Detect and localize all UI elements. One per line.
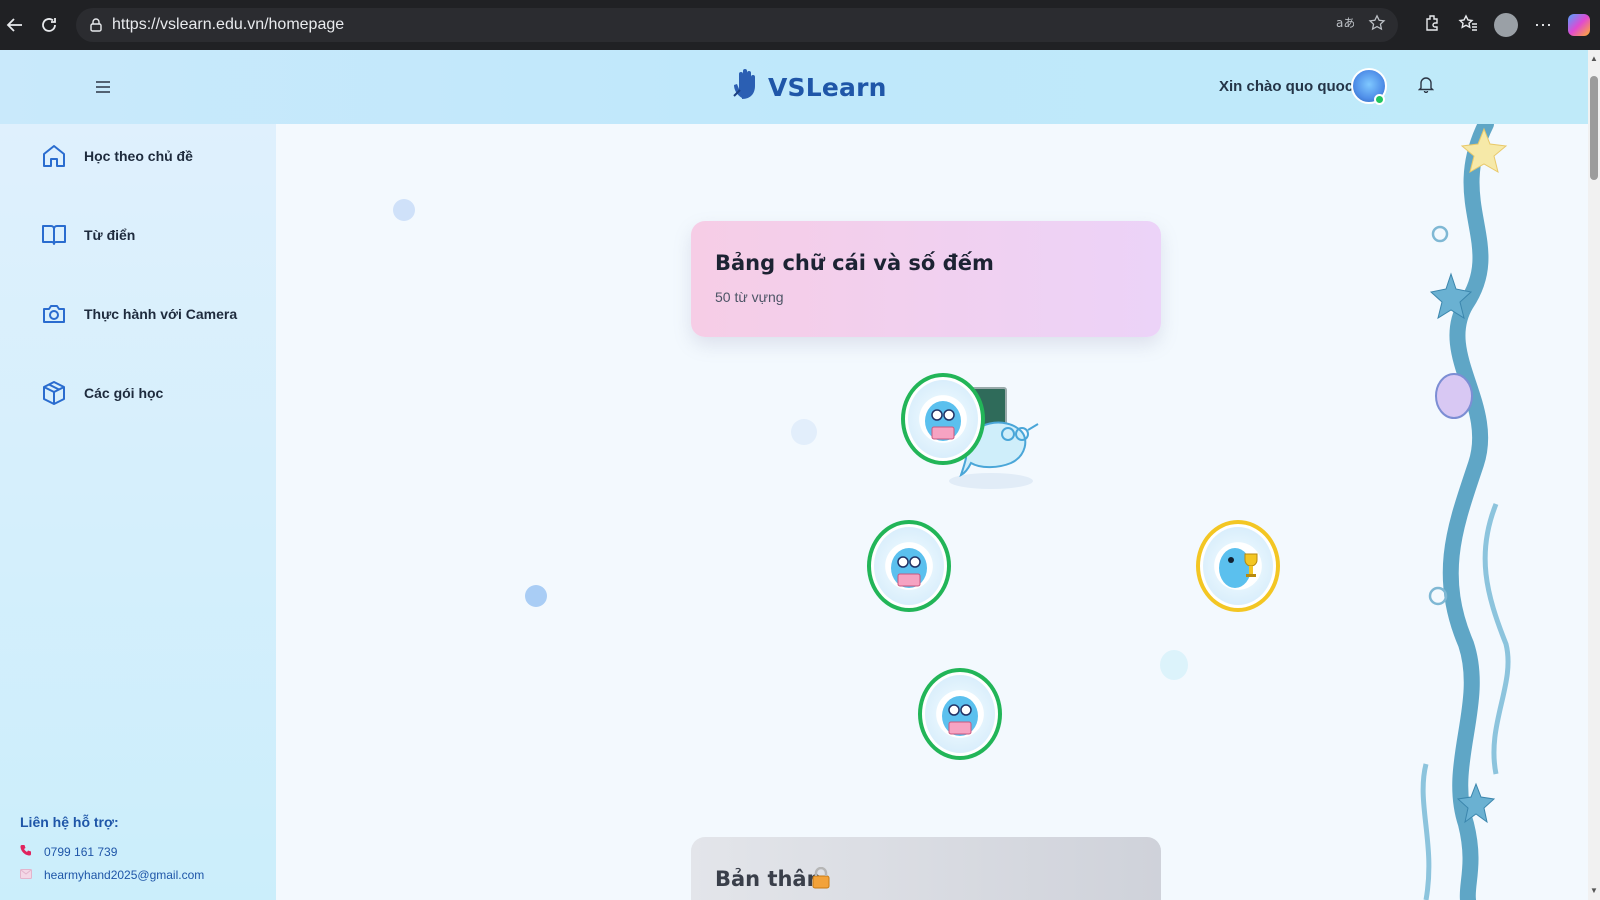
email-text[interactable]: hearmyhand2025@gmail.com <box>44 868 204 882</box>
profile-icon[interactable] <box>1494 13 1518 37</box>
sidebar-item-topics[interactable]: Học theo chủ đề <box>40 140 193 172</box>
support-email[interactable]: hearmyhand2025@gmail.com <box>20 868 204 882</box>
sidebar: Học theo chủ đề Từ điển Thực hành với Ca… <box>0 124 276 900</box>
unit-word-count: 50 từ vựng <box>715 289 784 305</box>
seaweed-decoration <box>1416 124 1516 900</box>
star-icon[interactable] <box>1368 13 1386 37</box>
lesson-node-1[interactable] <box>901 373 985 465</box>
support-title: Liên hệ hỗ trợ: <box>20 814 119 830</box>
phone-icon <box>20 844 32 859</box>
support-phone[interactable]: 0799 161 739 <box>20 844 117 859</box>
mascot-trophy-icon <box>1203 527 1273 605</box>
svg-text:aあ: aあ <box>1336 16 1354 30</box>
hand-logo-icon <box>730 68 762 107</box>
browser-toolbar: https://vslearn.edu.vn/homepage aあ ⋯ <box>0 0 1600 50</box>
sidebar-item-label: Học theo chủ đề <box>84 148 193 164</box>
decor-bubble <box>525 585 547 607</box>
decor-bubble <box>393 199 415 221</box>
locked-unit-card[interactable]: Bản thân <box>691 837 1161 900</box>
scroll-up-icon[interactable]: ▲ <box>1589 54 1599 64</box>
locked-unit-title: Bản thân <box>715 867 822 891</box>
phone-text[interactable]: 0799 161 739 <box>44 845 117 859</box>
favorites-icon[interactable] <box>1458 13 1478 37</box>
unit-title: Bảng chữ cái và số đếm <box>715 251 994 275</box>
address-bar[interactable]: https://vslearn.edu.vn/homepage aあ <box>76 8 1398 42</box>
learning-path: Bảng chữ cái và số đếm 50 từ vựng Bản th… <box>276 124 1588 900</box>
scroll-down-icon[interactable]: ▼ <box>1589 886 1599 896</box>
trophy-node[interactable] <box>1196 520 1280 612</box>
sidebar-item-dictionary[interactable]: Từ điển <box>40 219 135 251</box>
page-scrollbar[interactable]: ▲ ▼ <box>1588 50 1600 900</box>
camera-icon <box>40 300 68 328</box>
url-text[interactable]: https://vslearn.edu.vn/homepage <box>112 16 344 34</box>
more-icon[interactable]: ⋯ <box>1534 15 1552 36</box>
reload-icon[interactable] <box>34 10 64 40</box>
mascot-reading-icon <box>925 675 995 753</box>
lock-icon <box>811 866 831 894</box>
extensions-icon[interactable] <box>1424 14 1442 37</box>
mascot-reading-icon <box>874 527 944 605</box>
logo-text: VSLearn <box>768 73 887 102</box>
menu-icon[interactable] <box>96 76 110 99</box>
online-status-dot <box>1374 94 1385 105</box>
mascot-reading-icon <box>908 380 978 458</box>
mail-icon <box>20 868 32 882</box>
logo[interactable]: VSLearn <box>730 68 887 107</box>
lesson-node-2[interactable] <box>867 520 951 612</box>
sidebar-item-packages[interactable]: Các gói học <box>40 377 163 409</box>
sidebar-item-label: Thực hành với Camera <box>84 306 238 322</box>
sidebar-item-label: Các gói học <box>84 385 164 401</box>
lesson-node-3[interactable] <box>918 668 1002 760</box>
translate-icon[interactable]: aあ <box>1336 15 1355 36</box>
app-header: VSLearn Xin chào quo quoc <box>0 50 1588 124</box>
home-icon <box>40 142 68 170</box>
scroll-thumb[interactable] <box>1590 76 1598 180</box>
book-icon <box>40 221 68 249</box>
decor-bubble <box>791 419 817 445</box>
decor-bubble <box>1160 650 1188 680</box>
lock-icon <box>88 17 104 33</box>
package-icon <box>40 379 68 407</box>
copilot-icon[interactable] <box>1568 14 1590 36</box>
bell-icon[interactable] <box>1417 75 1435 98</box>
sidebar-item-camera[interactable]: Thực hành với Camera <box>40 298 237 330</box>
unit-card[interactable]: Bảng chữ cái và số đếm 50 từ vựng <box>691 221 1161 337</box>
back-icon[interactable] <box>0 10 30 40</box>
sidebar-item-label: Từ điển <box>84 227 136 243</box>
greeting-text: Xin chào quo quoc <box>1219 78 1354 95</box>
